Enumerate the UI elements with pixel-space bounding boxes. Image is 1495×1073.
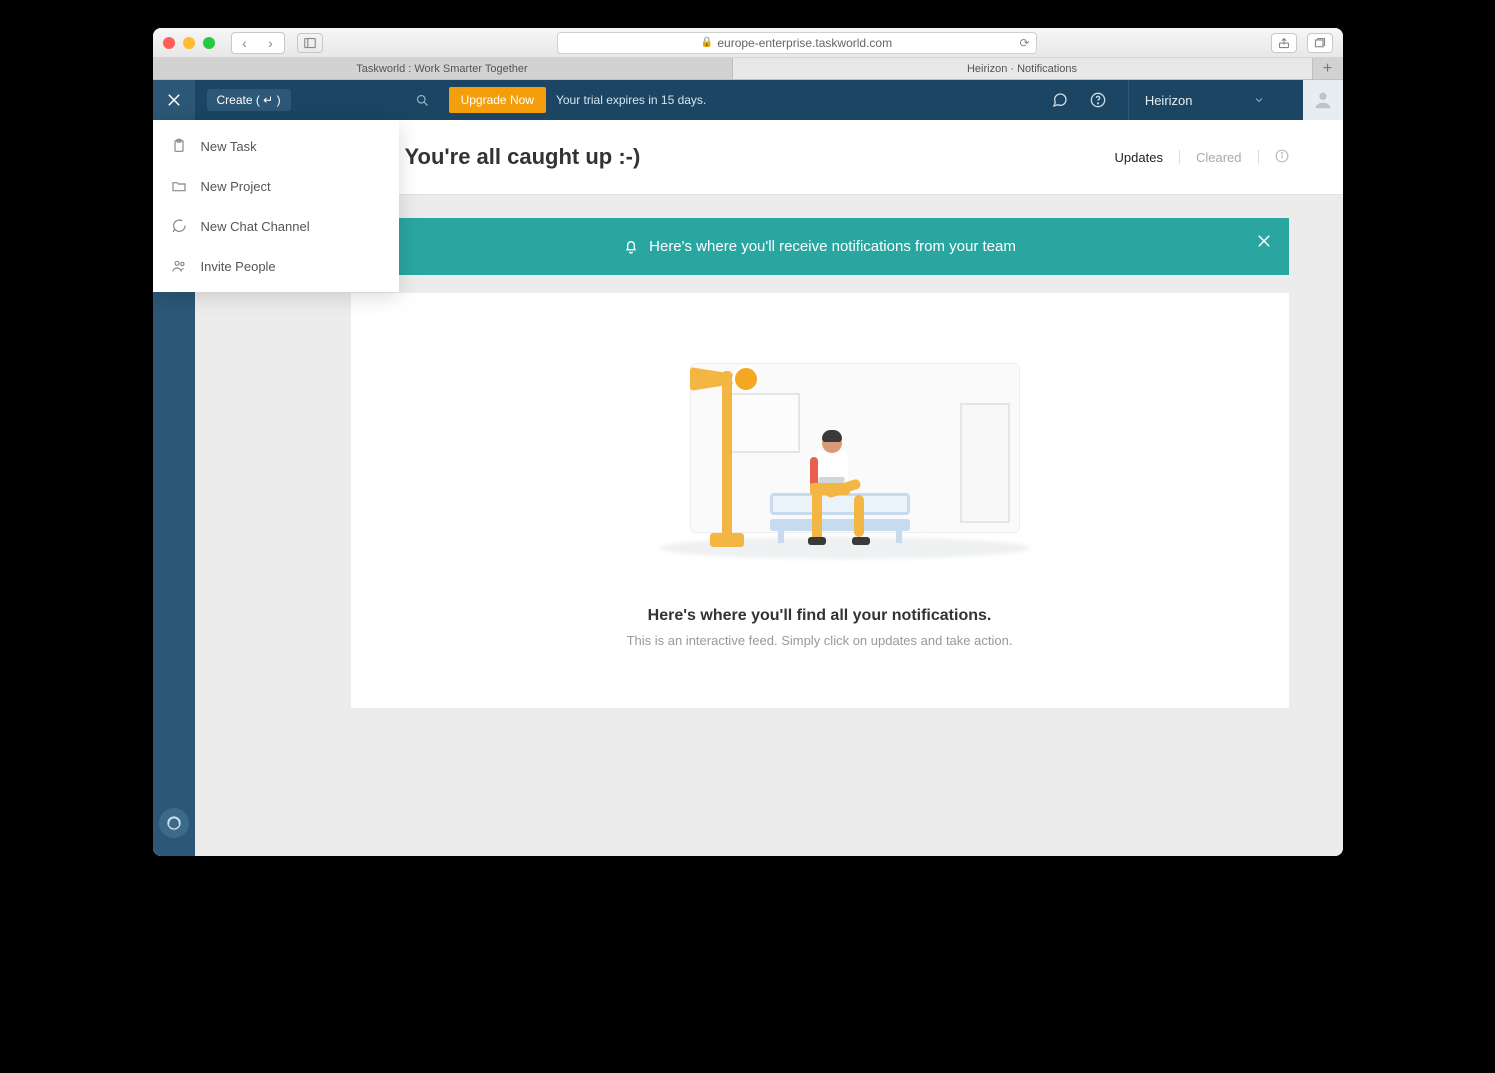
browser-tab-active[interactable]: Heirizon · Notifications — [733, 58, 1313, 79]
app-frame: Create ( ↵ ) Upgrade Now Your trial expi… — [153, 80, 1343, 856]
support-button[interactable] — [159, 808, 189, 838]
messages-icon[interactable] — [1052, 92, 1068, 108]
banner-close-button[interactable] — [1255, 232, 1273, 250]
empty-illustration — [650, 343, 990, 583]
create-button[interactable]: Create ( ↵ ) — [207, 89, 291, 111]
empty-state-card: Here's where you'll find all your notifi… — [351, 293, 1289, 708]
browser-tab[interactable]: Taskworld : Work Smarter Together — [153, 58, 733, 79]
maximize-window-button[interactable] — [203, 37, 215, 49]
user-icon — [1312, 89, 1334, 111]
search-button[interactable] — [411, 93, 435, 108]
banner-text: Here's where you'll receive notification… — [649, 238, 1016, 255]
page-title: You're all caught up :-) — [405, 144, 641, 170]
nav-button-group: ‹ › — [231, 32, 285, 54]
upgrade-button[interactable]: Upgrade Now — [449, 87, 546, 113]
help-icon[interactable] — [1090, 92, 1106, 108]
filter-updates[interactable]: Updates — [1115, 150, 1163, 165]
close-window-button[interactable] — [163, 37, 175, 49]
notification-banner: Here's where you'll receive notification… — [351, 218, 1289, 275]
safari-window: ‹ › 🔒 europe-enterprise.taskworld.com ⟳ … — [153, 28, 1343, 856]
divider — [1258, 150, 1259, 164]
avatar[interactable] — [1303, 80, 1343, 120]
chevron-down-icon — [1253, 94, 1265, 106]
browser-tabs: Taskworld : Work Smarter Together Heiriz… — [153, 58, 1343, 80]
reload-button[interactable]: ⟳ — [1019, 36, 1029, 50]
filter-cleared[interactable]: Cleared — [1196, 150, 1242, 165]
headset-icon — [166, 815, 182, 831]
menu-new-chat-channel[interactable]: New Chat Channel — [153, 206, 399, 246]
empty-title: Here's where you'll find all your notifi… — [391, 607, 1249, 625]
people-icon — [171, 258, 187, 274]
clipboard-icon — [171, 138, 187, 154]
empty-subtitle: This is an interactive feed. Simply clic… — [391, 633, 1249, 648]
close-create-button[interactable] — [153, 80, 195, 120]
menu-new-project[interactable]: New Project — [153, 166, 399, 206]
forward-button[interactable]: › — [258, 33, 284, 53]
address-bar[interactable]: 🔒 europe-enterprise.taskworld.com ⟳ — [557, 32, 1037, 54]
menu-invite-people[interactable]: Invite People — [153, 246, 399, 286]
sidebar-toggle-button[interactable] — [297, 33, 323, 53]
create-dropdown: New Task New Project New Chat Channel In… — [153, 120, 399, 292]
close-icon — [165, 91, 183, 109]
lock-icon: 🔒 — [701, 37, 713, 48]
url-text: europe-enterprise.taskworld.com — [717, 36, 892, 50]
info-icon[interactable] — [1275, 149, 1289, 166]
bell-icon — [623, 239, 639, 255]
safari-toolbar: ‹ › 🔒 europe-enterprise.taskworld.com ⟳ — [153, 28, 1343, 58]
divider — [1179, 150, 1180, 164]
minimize-window-button[interactable] — [183, 37, 195, 49]
trial-text: Your trial expires in 15 days. — [556, 93, 706, 107]
window-controls — [163, 37, 215, 49]
topbar: Create ( ↵ ) Upgrade Now Your trial expi… — [195, 80, 1343, 120]
chat-icon — [171, 218, 187, 234]
tabs-overview-button[interactable] — [1307, 33, 1333, 53]
new-tab-button[interactable]: + — [1313, 58, 1343, 79]
share-button[interactable] — [1271, 33, 1297, 53]
menu-new-task[interactable]: New Task — [153, 126, 399, 166]
back-button[interactable]: ‹ — [232, 33, 258, 53]
workspace-dropdown[interactable]: Heirizon — [1128, 80, 1281, 120]
search-icon — [415, 93, 430, 108]
folder-icon — [171, 178, 187, 194]
